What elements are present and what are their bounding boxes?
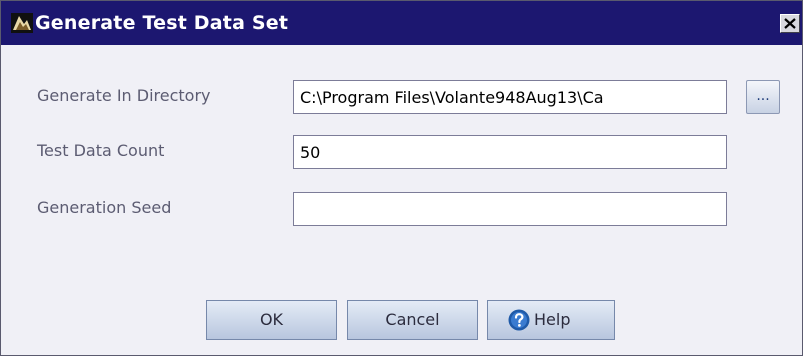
test-data-count-input[interactable] [293,135,727,169]
test-data-count-label: Test Data Count [37,141,165,160]
close-icon [784,18,796,29]
browse-button[interactable]: ... [746,80,780,114]
help-icon [508,309,530,331]
generate-in-directory-input[interactable] [293,80,727,114]
ok-button[interactable]: OK [206,300,337,340]
window-title: Generate Test Data Set [35,12,289,34]
close-button[interactable] [780,14,800,33]
generation-seed-input[interactable] [293,192,727,226]
generate-test-data-dialog: Generate Test Data Set Generate In Direc… [0,0,803,356]
generate-in-directory-label: Generate In Directory [37,86,211,105]
cancel-button[interactable]: Cancel [347,300,478,340]
app-icon [11,13,33,33]
generation-seed-label: Generation Seed [37,198,172,217]
title-bar[interactable]: Generate Test Data Set [1,1,802,45]
help-button[interactable]: Help [487,300,615,340]
help-button-label: Help [534,310,571,329]
